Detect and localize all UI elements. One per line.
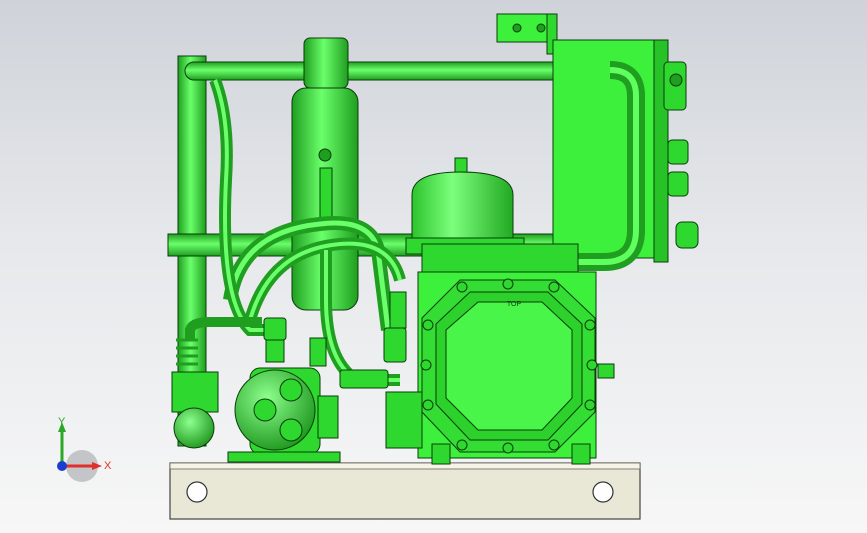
compressor-body: TOP xyxy=(385,243,598,465)
x-axis-label: X xyxy=(104,460,112,472)
pump-motor xyxy=(227,367,341,463)
control-box xyxy=(496,13,699,271)
base-plate xyxy=(169,462,641,520)
axis-triad: Y X xyxy=(57,416,112,482)
z-axis-point xyxy=(57,461,67,471)
compressor-top-label: TOP xyxy=(507,301,522,308)
cad-viewport[interactable]: TOP Y X xyxy=(0,0,867,533)
model-view[interactable]: TOP Y X xyxy=(0,0,867,533)
filter-drier xyxy=(171,338,219,449)
y-axis-label: Y xyxy=(58,416,66,428)
compressor-dome xyxy=(405,157,525,255)
